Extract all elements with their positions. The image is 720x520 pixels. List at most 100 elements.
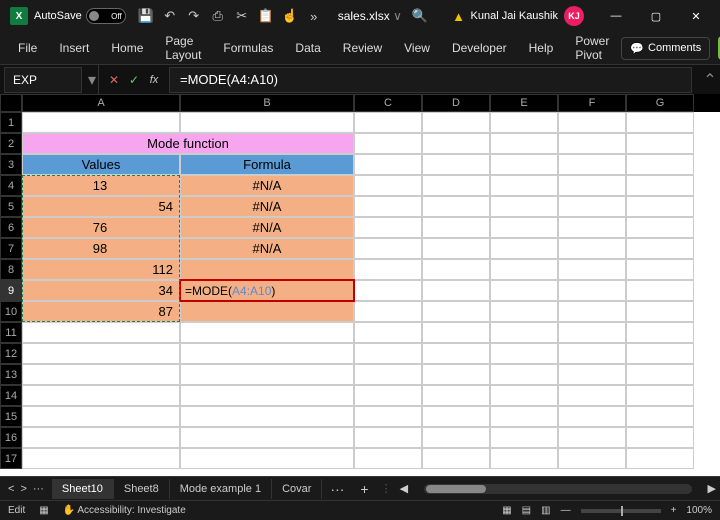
pagebreak-view-icon[interactable]: ▥ bbox=[541, 505, 550, 516]
data-cell[interactable]: #N/A bbox=[180, 175, 354, 196]
cell[interactable] bbox=[354, 322, 422, 343]
cell[interactable] bbox=[490, 217, 558, 238]
cell[interactable] bbox=[22, 112, 180, 133]
data-cell[interactable]: #N/A bbox=[180, 217, 354, 238]
tab-data[interactable]: Data bbox=[285, 35, 330, 61]
cell[interactable] bbox=[22, 364, 180, 385]
cell[interactable] bbox=[626, 406, 694, 427]
cut-icon[interactable]: ✂ bbox=[231, 5, 253, 27]
cell[interactable] bbox=[180, 322, 354, 343]
cell[interactable] bbox=[422, 322, 490, 343]
row-header[interactable]: 13 bbox=[0, 364, 22, 385]
row-header[interactable]: 3 bbox=[0, 154, 22, 175]
sheet-prev-icon[interactable]: < bbox=[8, 483, 14, 495]
sheet-tab[interactable]: Mode example 1 bbox=[170, 479, 272, 499]
cell[interactable] bbox=[558, 343, 626, 364]
data-cell[interactable]: 87 bbox=[22, 301, 180, 322]
cell[interactable] bbox=[626, 322, 694, 343]
stats-icon[interactable]: ▦ bbox=[39, 505, 48, 516]
autosave-toggle[interactable]: Off bbox=[86, 8, 126, 24]
sheet-tab[interactable]: Sheet8 bbox=[114, 479, 170, 499]
row-header[interactable]: 8 bbox=[0, 259, 22, 280]
sheet-more-icon[interactable]: ··· bbox=[322, 481, 352, 497]
cell[interactable] bbox=[626, 112, 694, 133]
cell[interactable] bbox=[422, 301, 490, 322]
tab-power-pivot[interactable]: Power Pivot bbox=[565, 28, 619, 68]
cell[interactable] bbox=[626, 343, 694, 364]
cell[interactable] bbox=[354, 280, 422, 301]
cell[interactable] bbox=[626, 301, 694, 322]
cell[interactable] bbox=[626, 385, 694, 406]
undo-icon[interactable]: ↶ bbox=[159, 5, 181, 27]
cell[interactable] bbox=[22, 427, 180, 448]
column-header[interactable]: D bbox=[422, 94, 490, 112]
cell[interactable] bbox=[626, 364, 694, 385]
row-header[interactable]: 4 bbox=[0, 175, 22, 196]
row-header[interactable]: 12 bbox=[0, 343, 22, 364]
cell[interactable] bbox=[626, 448, 694, 469]
tab-help[interactable]: Help bbox=[519, 35, 564, 61]
row-header[interactable]: 1 bbox=[0, 112, 22, 133]
cell[interactable] bbox=[422, 427, 490, 448]
row-header[interactable]: 5 bbox=[0, 196, 22, 217]
row-header[interactable]: 15 bbox=[0, 406, 22, 427]
cell[interactable] bbox=[490, 448, 558, 469]
spreadsheet-grid[interactable]: A B C D E F G 12Mode function3ValuesForm… bbox=[0, 94, 720, 476]
data-cell[interactable]: 76 bbox=[22, 217, 180, 238]
data-cell[interactable] bbox=[180, 301, 354, 322]
data-cell[interactable]: #N/A bbox=[180, 238, 354, 259]
sheet-tab[interactable]: Sheet10 bbox=[52, 479, 114, 499]
cell[interactable] bbox=[180, 343, 354, 364]
cell[interactable] bbox=[22, 448, 180, 469]
cell[interactable] bbox=[558, 322, 626, 343]
cell[interactable] bbox=[422, 406, 490, 427]
cell[interactable] bbox=[354, 343, 422, 364]
cell[interactable] bbox=[422, 238, 490, 259]
formula-input[interactable]: =MODE(A4:A10) bbox=[169, 67, 692, 93]
zoom-out-icon[interactable]: — bbox=[561, 505, 571, 516]
horizontal-scrollbar[interactable] bbox=[424, 484, 691, 494]
column-header[interactable]: E bbox=[490, 94, 558, 112]
cell[interactable] bbox=[22, 343, 180, 364]
cell[interactable] bbox=[354, 364, 422, 385]
cell[interactable] bbox=[490, 238, 558, 259]
maximize-button[interactable]: ▢ bbox=[636, 2, 676, 30]
formula-expand-icon[interactable]: ⌃ bbox=[700, 70, 720, 90]
cell[interactable] bbox=[490, 406, 558, 427]
cell[interactable] bbox=[626, 280, 694, 301]
cell[interactable] bbox=[558, 448, 626, 469]
tab-view[interactable]: View bbox=[394, 35, 440, 61]
cell[interactable] bbox=[558, 112, 626, 133]
cell[interactable] bbox=[626, 217, 694, 238]
cell[interactable] bbox=[22, 385, 180, 406]
column-header[interactable]: F bbox=[558, 94, 626, 112]
cell[interactable] bbox=[626, 133, 694, 154]
data-cell[interactable]: 112 bbox=[22, 259, 180, 280]
cell[interactable] bbox=[490, 154, 558, 175]
data-cell[interactable]: #N/A bbox=[180, 196, 354, 217]
normal-view-icon[interactable]: ▦ bbox=[502, 505, 511, 516]
add-sheet-button[interactable]: + bbox=[352, 481, 376, 497]
cell[interactable] bbox=[558, 238, 626, 259]
cell[interactable] bbox=[354, 259, 422, 280]
fx-icon[interactable]: fx bbox=[145, 74, 163, 86]
cell[interactable] bbox=[422, 364, 490, 385]
cell[interactable] bbox=[626, 427, 694, 448]
page-view-icon[interactable]: ▤ bbox=[522, 505, 531, 516]
filename-label[interactable]: sales.xlsx ∨ bbox=[338, 9, 402, 23]
search-icon[interactable]: 🔍 bbox=[409, 5, 431, 27]
cell[interactable] bbox=[490, 427, 558, 448]
column-header[interactable]: B bbox=[180, 94, 354, 112]
data-cell[interactable]: 98 bbox=[22, 238, 180, 259]
data-cell[interactable] bbox=[180, 259, 354, 280]
tab-file[interactable]: File bbox=[8, 35, 47, 61]
save-icon[interactable]: 💾 bbox=[135, 5, 157, 27]
data-cell[interactable]: 34 bbox=[22, 280, 180, 301]
column-header[interactable]: A bbox=[22, 94, 180, 112]
scroll-right-icon[interactable]: ▶ bbox=[704, 482, 720, 495]
row-header[interactable]: 11 bbox=[0, 322, 22, 343]
scroll-left-icon[interactable]: ◀ bbox=[396, 482, 412, 495]
row-header[interactable]: 16 bbox=[0, 427, 22, 448]
sheet-more-icon[interactable]: ··· bbox=[33, 483, 44, 495]
cell[interactable] bbox=[490, 112, 558, 133]
